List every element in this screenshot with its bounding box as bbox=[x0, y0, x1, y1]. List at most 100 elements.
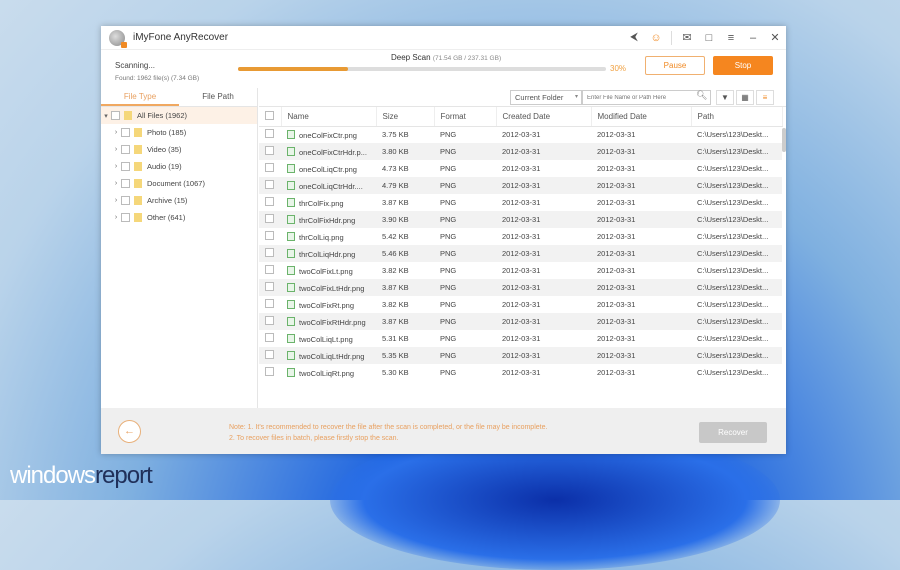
row-checkbox[interactable] bbox=[265, 231, 274, 240]
checkbox[interactable] bbox=[121, 162, 130, 171]
cell-modified-date: 2012-03-31 bbox=[591, 177, 691, 194]
recover-button[interactable]: Recover bbox=[699, 422, 767, 443]
search-icon[interactable]: 🔍︎ bbox=[696, 90, 707, 101]
column-header-size[interactable]: Size bbox=[376, 107, 435, 127]
row-checkbox[interactable] bbox=[265, 146, 274, 155]
table-row[interactable]: oneColLiqCtrHdr.... 4.79 KB PNG 2012-03-31 2… bbox=[259, 177, 782, 194]
cell-created-date: 2012-03-31 bbox=[496, 347, 591, 364]
cell-format: PNG bbox=[434, 279, 496, 296]
back-button[interactable]: ← bbox=[118, 420, 141, 443]
table-row[interactable]: thrColFix.png 3.87 KB PNG 2012-03-31 2012-03… bbox=[259, 194, 782, 211]
table-row[interactable]: twoColFixRtHdr.png 3.87 KB PNG 2012-03-31 20… bbox=[259, 313, 782, 330]
feedback-icon[interactable]: □ bbox=[698, 32, 720, 44]
row-checkbox[interactable] bbox=[265, 299, 274, 308]
cell-text: 2012-03-31 bbox=[597, 368, 636, 377]
row-checkbox-cell[interactable] bbox=[259, 296, 281, 313]
menu-icon[interactable]: ≡ bbox=[720, 32, 742, 44]
checkbox[interactable] bbox=[111, 111, 120, 120]
tree-item[interactable]: › Archive (15) bbox=[101, 192, 257, 209]
column-header-name[interactable]: Name bbox=[281, 107, 377, 127]
table-row[interactable]: oneColFixCtr.png 3.75 KB PNG 2012-03-31 2012… bbox=[259, 126, 782, 143]
column-header-modified[interactable]: Modified Date bbox=[591, 107, 692, 127]
tree-item[interactable]: › Other (641) bbox=[101, 209, 257, 226]
column-header-format[interactable]: Format bbox=[434, 107, 497, 127]
row-checkbox-cell[interactable] bbox=[259, 126, 281, 143]
mail-icon[interactable]: ✉ bbox=[676, 31, 698, 44]
row-checkbox-cell[interactable] bbox=[259, 364, 281, 381]
select-all-header[interactable] bbox=[259, 107, 282, 127]
table-row[interactable]: thrColLiqHdr.png 5.46 KB PNG 2012-03-31 2012… bbox=[259, 245, 782, 262]
row-checkbox-cell[interactable] bbox=[259, 313, 281, 330]
row-checkbox-cell[interactable] bbox=[259, 245, 281, 262]
checkbox[interactable] bbox=[121, 179, 130, 188]
close-icon[interactable]: ✕ bbox=[764, 31, 786, 44]
table-row[interactable]: oneColLiqCtr.png 4.73 KB PNG 2012-03-31 2012… bbox=[259, 160, 782, 177]
minimize-icon[interactable]: – bbox=[742, 32, 764, 44]
row-checkbox[interactable] bbox=[265, 129, 274, 139]
table-row[interactable]: twoColLiqLt.png 5.31 KB PNG 2012-03-31 2012-… bbox=[259, 330, 782, 347]
search-input[interactable] bbox=[582, 90, 711, 105]
row-checkbox-cell[interactable] bbox=[259, 211, 281, 228]
row-checkbox-cell[interactable] bbox=[259, 160, 281, 177]
table-row[interactable]: twoColFixLt.png 3.82 KB PNG 2012-03-31 2012-… bbox=[259, 262, 782, 279]
row-checkbox[interactable] bbox=[265, 180, 274, 189]
table-row[interactable]: twoColLiqRt.png 5.30 KB PNG 2012-03-31 2012-… bbox=[259, 364, 782, 381]
row-checkbox-cell[interactable] bbox=[259, 177, 281, 194]
user-icon[interactable]: ☺ bbox=[645, 32, 667, 44]
stop-button[interactable]: Stop bbox=[713, 56, 773, 75]
chevron-right-icon[interactable]: › bbox=[111, 197, 121, 204]
list-view-icon[interactable]: ≡ bbox=[756, 90, 774, 105]
tab-file-path[interactable]: File Path bbox=[179, 88, 257, 106]
row-checkbox-cell[interactable] bbox=[259, 279, 281, 296]
tree-item[interactable]: › Photo (185) bbox=[101, 124, 257, 141]
row-checkbox[interactable] bbox=[265, 316, 274, 325]
chevron-right-icon[interactable]: › bbox=[111, 163, 121, 170]
tab-file-type[interactable]: File Type bbox=[101, 88, 179, 106]
scrollbar[interactable] bbox=[782, 128, 786, 152]
table-row[interactable]: twoColFixRt.png 3.82 KB PNG 2012-03-31 2012-… bbox=[259, 296, 782, 313]
row-checkbox-cell[interactable] bbox=[259, 347, 281, 364]
checkbox[interactable] bbox=[121, 128, 130, 137]
row-checkbox[interactable] bbox=[265, 350, 274, 359]
chevron-right-icon[interactable]: › bbox=[111, 146, 121, 153]
chevron-down-icon[interactable]: ▾ bbox=[101, 112, 111, 120]
row-checkbox[interactable] bbox=[265, 282, 274, 291]
row-checkbox-cell[interactable] bbox=[259, 143, 281, 160]
tree-item[interactable]: › Video (35) bbox=[101, 141, 257, 158]
table-row[interactable]: twoColFixLtHdr.png 3.87 KB PNG 2012-03-31 20… bbox=[259, 279, 782, 296]
row-checkbox[interactable] bbox=[265, 197, 274, 206]
table-row[interactable]: thrColLiq.png 5.42 KB PNG 2012-03-31 2012-03… bbox=[259, 228, 782, 245]
tree-item-all-files[interactable]: ▾ All Files (1962) bbox=[101, 107, 257, 124]
column-header-path[interactable]: Path bbox=[691, 107, 783, 127]
table-row[interactable]: twoColLiqLtHdr.png 5.35 KB PNG 2012-03-31 20… bbox=[259, 347, 782, 364]
chevron-right-icon[interactable]: › bbox=[111, 129, 121, 136]
row-checkbox-cell[interactable] bbox=[259, 330, 281, 347]
row-checkbox[interactable] bbox=[265, 265, 274, 274]
folder-scope-select[interactable]: Current Folder ▾ bbox=[510, 90, 582, 105]
row-checkbox-cell[interactable] bbox=[259, 262, 281, 279]
tree-item[interactable]: › Audio (19) bbox=[101, 158, 257, 175]
pause-button[interactable]: Pause bbox=[645, 56, 705, 75]
row-checkbox[interactable] bbox=[265, 163, 274, 172]
filter-icon[interactable]: ▼ bbox=[716, 90, 734, 105]
grid-view-icon[interactable]: ▦ bbox=[736, 90, 754, 105]
select-all-checkbox[interactable] bbox=[265, 110, 274, 120]
row-checkbox[interactable] bbox=[265, 214, 274, 223]
column-header-created[interactable]: Created Date bbox=[496, 107, 592, 127]
checkbox[interactable] bbox=[121, 145, 130, 154]
row-checkbox[interactable] bbox=[265, 248, 274, 257]
checkbox[interactable] bbox=[121, 213, 130, 222]
table-row[interactable]: oneColFixCtrHdr.p... 3.80 KB PNG 2012-03-31… bbox=[259, 143, 782, 160]
row-checkbox[interactable] bbox=[265, 367, 274, 376]
row-checkbox[interactable] bbox=[265, 333, 274, 342]
tree-item[interactable]: › Document (1067) bbox=[101, 175, 257, 192]
cell-name: twoColLiqLtHdr.png bbox=[281, 347, 376, 364]
share-icon[interactable]: ⮜ bbox=[623, 31, 645, 44]
tree-label: Photo (185) bbox=[147, 128, 187, 137]
table-row[interactable]: thrColFixHdr.png 3.90 KB PNG 2012-03-31 2012… bbox=[259, 211, 782, 228]
row-checkbox-cell[interactable] bbox=[259, 194, 281, 211]
checkbox[interactable] bbox=[121, 196, 130, 205]
row-checkbox-cell[interactable] bbox=[259, 228, 281, 245]
chevron-right-icon[interactable]: › bbox=[111, 180, 121, 187]
chevron-right-icon[interactable]: › bbox=[111, 214, 121, 221]
